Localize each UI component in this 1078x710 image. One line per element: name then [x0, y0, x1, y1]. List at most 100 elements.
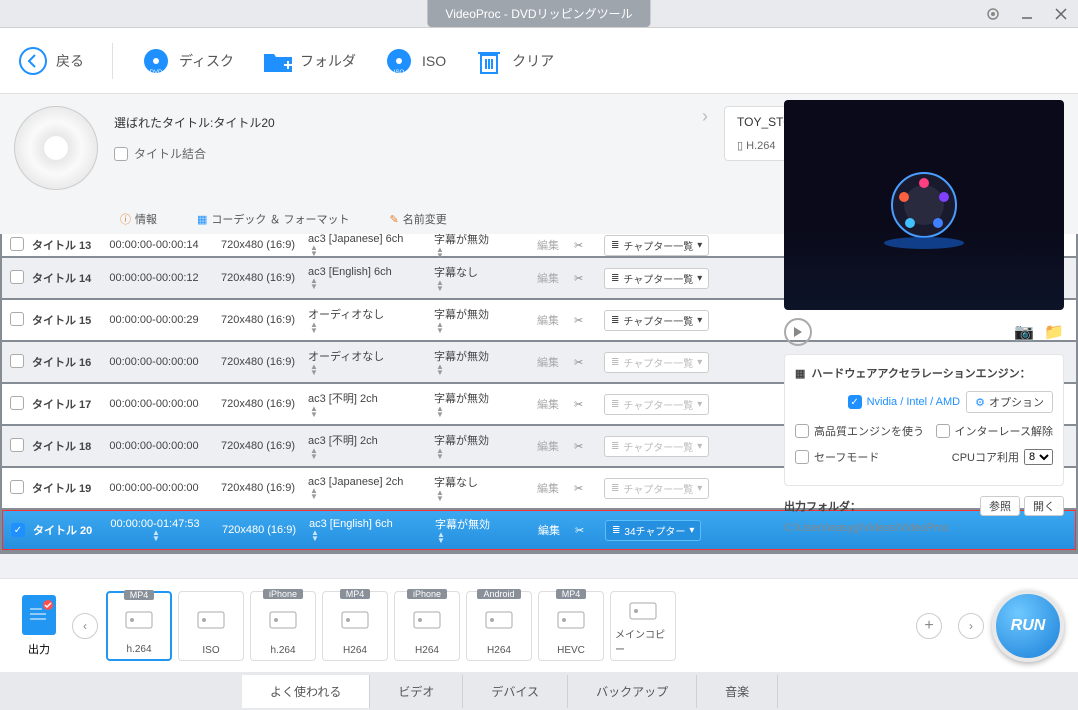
chapter-button: ≣ チャプター一覧 ▾ [604, 478, 709, 499]
main-toolbar: 戻る DVD ディスク フォルダ ISO ISO クリア [0, 28, 1078, 94]
preset-HEVC[interactable]: MP4HEVC [538, 591, 604, 661]
browse-button[interactable]: 参照 [980, 496, 1020, 516]
edit-button[interactable]: 編集 [528, 312, 568, 328]
preset-H264[interactable]: iPhoneH264 [394, 591, 460, 661]
subtitle-select[interactable]: 字幕なし ▲▼ [434, 474, 522, 502]
tab-device[interactable]: デバイス [463, 675, 568, 708]
clear-button[interactable]: クリア [474, 46, 554, 76]
open-button[interactable]: 開く [1024, 496, 1064, 516]
scissors-icon[interactable]: ✂ [574, 272, 598, 285]
iso-button[interactable]: ISO ISO [384, 46, 446, 76]
title-checkbox[interactable] [10, 237, 24, 251]
preset-h.264[interactable]: MP4h.264 [106, 591, 172, 661]
subtitle-select[interactable]: 字幕が無効 ▲▼ [434, 432, 522, 460]
subtitle-select[interactable]: 字幕が無効 ▲▼ [435, 516, 523, 544]
audio-select[interactable]: ac3 [Japanese] 6ch ▲▼ [308, 234, 428, 257]
add-preset-button[interactable]: + [916, 613, 942, 639]
snapshot-icon[interactable]: 📷 [1014, 322, 1034, 342]
play-button[interactable] [784, 318, 812, 346]
scissors-icon[interactable]: ✂ [574, 314, 598, 327]
title-resolution: 720x480 (16:9) [214, 482, 302, 494]
tab-video[interactable]: ビデオ [370, 675, 463, 708]
nvidia-checkbox[interactable]: Nvidia / Intel / AMD [848, 395, 961, 409]
chapter-button[interactable]: ≣ 34チャプター ▾ [605, 520, 701, 541]
chapter-button[interactable]: ≣ チャプター一覧 ▾ [604, 310, 709, 331]
title-checkbox[interactable] [11, 523, 25, 537]
edit-button[interactable]: 編集 [528, 480, 568, 496]
preset-h.264[interactable]: iPhoneh.264 [250, 591, 316, 661]
preset-ISO[interactable]: ISO [178, 591, 244, 661]
subtitle-select[interactable]: 字幕が無効 ▲▼ [434, 390, 522, 418]
close-button[interactable] [1044, 0, 1078, 28]
merge-titles-checkbox[interactable]: タイトル結合 [114, 145, 686, 162]
deinterlace-checkbox[interactable]: インターレース解除 [936, 423, 1053, 439]
output-folder-label: 出力フォルダ： [784, 498, 861, 514]
tab-codec[interactable]: ▦ コーデック ＆ フォーマット [197, 211, 350, 227]
audio-select[interactable]: オーディオなし ▲▼ [308, 306, 428, 334]
tab-backup[interactable]: バックアップ [568, 675, 697, 708]
audio-select[interactable]: ac3 [Japanese] 2ch ▲▼ [308, 476, 428, 500]
safemode-checkbox[interactable]: セーフモード [795, 449, 879, 465]
audio-select[interactable]: ac3 [不明] 2ch ▲▼ [308, 390, 428, 418]
title-checkbox[interactable] [10, 270, 24, 284]
title-checkbox[interactable] [10, 354, 24, 368]
title-checkbox[interactable] [10, 438, 24, 452]
output-icon [22, 595, 56, 635]
title-name: タイトル 17 [32, 396, 94, 412]
title-resolution: 720x480 (16:9) [214, 239, 302, 251]
edit-button[interactable]: 編集 [529, 522, 569, 538]
title-name: タイトル 15 [32, 312, 94, 328]
scissors-icon[interactable]: ✂ [574, 482, 598, 495]
title-duration: 00:00:00-00:00:29 [100, 314, 208, 326]
title-checkbox[interactable] [10, 396, 24, 410]
hq-engine-checkbox[interactable]: 高品質エンジンを使う [795, 423, 924, 439]
tab-rename[interactable]: ✎ 名前変更 [390, 211, 447, 227]
folder-button[interactable]: フォルダ [262, 46, 356, 76]
title-resolution: 720x480 (16:9) [214, 356, 302, 368]
scissors-icon[interactable]: ✂ [574, 398, 598, 411]
audio-select[interactable]: ac3 [English] 6ch ▲▼ [308, 266, 428, 290]
preset-prev-button[interactable]: ‹ [72, 613, 98, 639]
chapter-button: ≣ チャプター一覧 ▾ [604, 394, 709, 415]
preset-next-button[interactable]: › [958, 613, 984, 639]
tab-info[interactable]: ⓘ 情報 [120, 211, 157, 227]
back-button[interactable]: 戻る [18, 46, 84, 76]
preset-H264[interactable]: MP4H264 [322, 591, 388, 661]
subtitle-select[interactable]: 字幕が無効 ▲▼ [434, 348, 522, 376]
edit-button[interactable]: 編集 [528, 270, 568, 286]
title-checkbox[interactable] [10, 312, 24, 326]
scissors-icon[interactable]: ✂ [575, 524, 599, 537]
title-duration: 00:00:00-00:00:00 [100, 356, 208, 368]
audio-select[interactable]: ac3 [English] 6ch ▲▼ [309, 518, 429, 542]
settings-icon[interactable] [976, 0, 1010, 28]
edit-button[interactable]: 編集 [528, 396, 568, 412]
cpu-cores-select[interactable]: 8 [1024, 449, 1053, 465]
minimize-button[interactable] [1010, 0, 1044, 28]
title-name: タイトル 18 [32, 438, 94, 454]
chapter-button[interactable]: ≣ チャプター一覧 ▾ [604, 268, 709, 289]
run-button[interactable]: RUN [992, 590, 1064, 662]
preset-メインコピー[interactable]: メインコピー [610, 591, 676, 661]
hw-options-button[interactable]: ⚙オプション [966, 391, 1053, 413]
scissors-icon[interactable]: ✂ [574, 356, 598, 369]
subtitle-select[interactable]: 字幕なし ▲▼ [434, 264, 522, 292]
scissors-icon[interactable]: ✂ [574, 440, 598, 453]
chapter-button[interactable]: ≣ チャプター一覧 ▾ [604, 235, 709, 256]
tab-music[interactable]: 音楽 [697, 675, 778, 708]
audio-select[interactable]: ac3 [不明] 2ch ▲▼ [308, 432, 428, 460]
audio-select[interactable]: オーディオなし ▲▼ [308, 348, 428, 376]
edit-button[interactable]: 編集 [528, 237, 568, 253]
edit-button[interactable]: 編集 [528, 354, 568, 370]
scissors-icon[interactable]: ✂ [574, 239, 598, 252]
disc-button[interactable]: DVD ディスク [141, 46, 234, 76]
title-resolution: 720x480 (16:9) [214, 440, 302, 452]
edit-button[interactable]: 編集 [528, 438, 568, 454]
open-folder-icon[interactable]: 📁 [1044, 322, 1064, 342]
preset-H264[interactable]: AndroidH264 [466, 591, 532, 661]
folder-icon [262, 46, 292, 76]
title-checkbox[interactable] [10, 480, 24, 494]
subtitle-select[interactable]: 字幕が無効 ▲▼ [434, 306, 522, 334]
subtitle-select[interactable]: 字幕が無効 ▲▼ [434, 234, 522, 259]
tab-popular[interactable]: よく使われる [242, 675, 370, 708]
title-resolution: 720x480 (16:9) [214, 314, 302, 326]
